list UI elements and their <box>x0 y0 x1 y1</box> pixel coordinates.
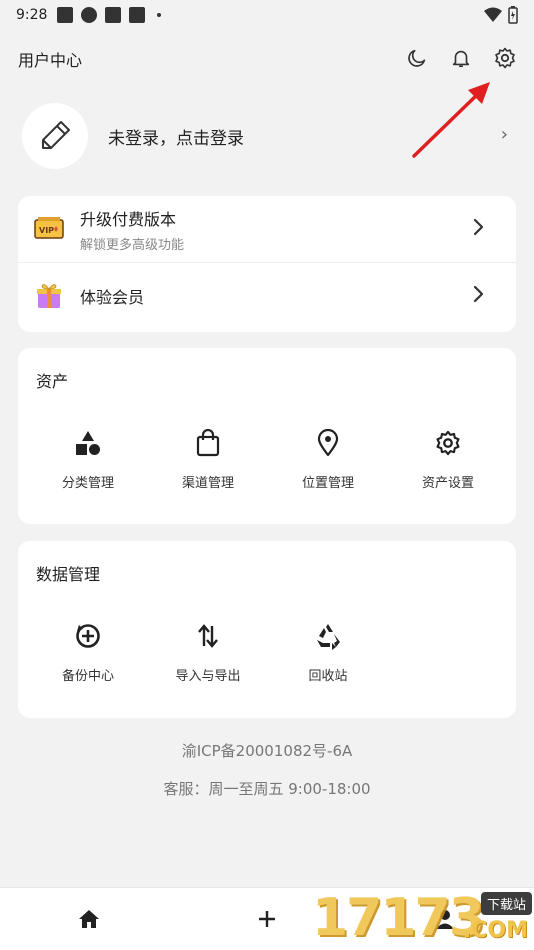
gear-icon <box>433 428 463 458</box>
customer-service-hours: 客服：周一至周五 9:00-18:00 <box>163 780 371 798</box>
home-icon <box>79 910 99 928</box>
status-bar: 9:28 <box>0 0 534 30</box>
gift-icon <box>34 281 64 311</box>
vip-ticket-icon: VIP <box>34 214 64 244</box>
backup-center-button[interactable]: 备份中心 <box>28 621 148 684</box>
grid-label: 导入与导出 <box>175 669 241 684</box>
data-management-grid: 备份中心 导入与导出 回收站 <box>28 621 388 684</box>
nav-add[interactable] <box>178 888 356 950</box>
location-pin-icon <box>313 428 343 458</box>
import-export-button[interactable]: 导入与导出 <box>148 621 268 684</box>
backup-icon <box>73 621 103 651</box>
import-export-icon <box>193 621 223 651</box>
settings-button[interactable] <box>492 44 518 72</box>
asset-settings-button[interactable]: 资产设置 <box>388 428 508 491</box>
grid-label: 备份中心 <box>61 669 114 684</box>
assets-title: 资产 <box>36 372 69 391</box>
notification-icon <box>105 7 122 23</box>
notifications-button[interactable] <box>448 44 474 72</box>
assets-card: 资产 分类管理 渠道管理 位置管理 资产设置 <box>18 348 516 524</box>
chevron-right-icon <box>473 218 484 236</box>
page-title: 用户中心 <box>18 51 83 70</box>
recycle-icon <box>313 621 343 651</box>
login-prompt: 未登录，点击登录 <box>108 128 244 149</box>
assets-grid: 分类管理 渠道管理 位置管理 资产设置 <box>28 428 508 491</box>
pen-icon <box>42 121 70 149</box>
grid-label: 回收站 <box>308 669 348 684</box>
chevron-right-icon <box>473 285 484 303</box>
grid-label: 渠道管理 <box>181 476 234 491</box>
upgrade-title: 升级付费版本 <box>80 209 177 229</box>
bottom-nav <box>0 887 534 950</box>
wifi-icon <box>484 7 502 22</box>
data-management-card: 数据管理 备份中心 导入与导出 回收站 <box>18 541 516 718</box>
icp-license[interactable]: 渝ICP备20001082号-6A <box>0 740 534 761</box>
notification-icon <box>57 7 74 23</box>
status-time: 9:28 <box>16 7 48 23</box>
data-management-title: 数据管理 <box>36 565 101 584</box>
bell-icon <box>452 50 470 68</box>
dark-mode-button[interactable] <box>404 44 430 72</box>
notification-icon <box>129 7 146 23</box>
chevron-right-icon: › <box>500 124 508 145</box>
more-notifications-icon <box>157 13 162 17</box>
shapes-icon <box>73 428 103 458</box>
shopping-bag-icon <box>193 428 223 458</box>
battery-icon <box>508 6 518 24</box>
nav-home[interactable] <box>0 888 178 950</box>
gear-icon <box>495 47 515 69</box>
upgrade-subtitle: 解锁更多高级功能 <box>80 237 185 253</box>
trial-member-row[interactable]: 体验会员 <box>18 262 516 328</box>
grid-label: 资产设置 <box>421 476 474 491</box>
channel-management-button[interactable]: 渠道管理 <box>148 428 268 491</box>
top-bar: 用户中心 <box>0 36 534 82</box>
moon-icon <box>408 49 426 67</box>
user-icon <box>436 910 454 929</box>
category-management-button[interactable]: 分类管理 <box>28 428 148 491</box>
trial-member-title: 体验会员 <box>80 287 145 307</box>
plus-icon <box>259 911 275 927</box>
svg-text:VIP: VIP <box>39 226 54 235</box>
grid-label: 位置管理 <box>301 476 354 491</box>
login-row[interactable]: 未登录，点击登录 › <box>22 102 516 170</box>
recycle-bin-button[interactable]: 回收站 <box>268 621 388 684</box>
sync-icon <box>81 7 98 23</box>
upgrade-card: VIP 升级付费版本 解锁更多高级功能 体验会员 <box>18 196 516 332</box>
location-management-button[interactable]: 位置管理 <box>268 428 388 491</box>
nav-profile[interactable] <box>356 888 534 950</box>
upgrade-paid-row[interactable]: VIP 升级付费版本 解锁更多高级功能 <box>18 196 516 262</box>
grid-label: 分类管理 <box>61 476 114 491</box>
avatar[interactable] <box>22 103 88 169</box>
